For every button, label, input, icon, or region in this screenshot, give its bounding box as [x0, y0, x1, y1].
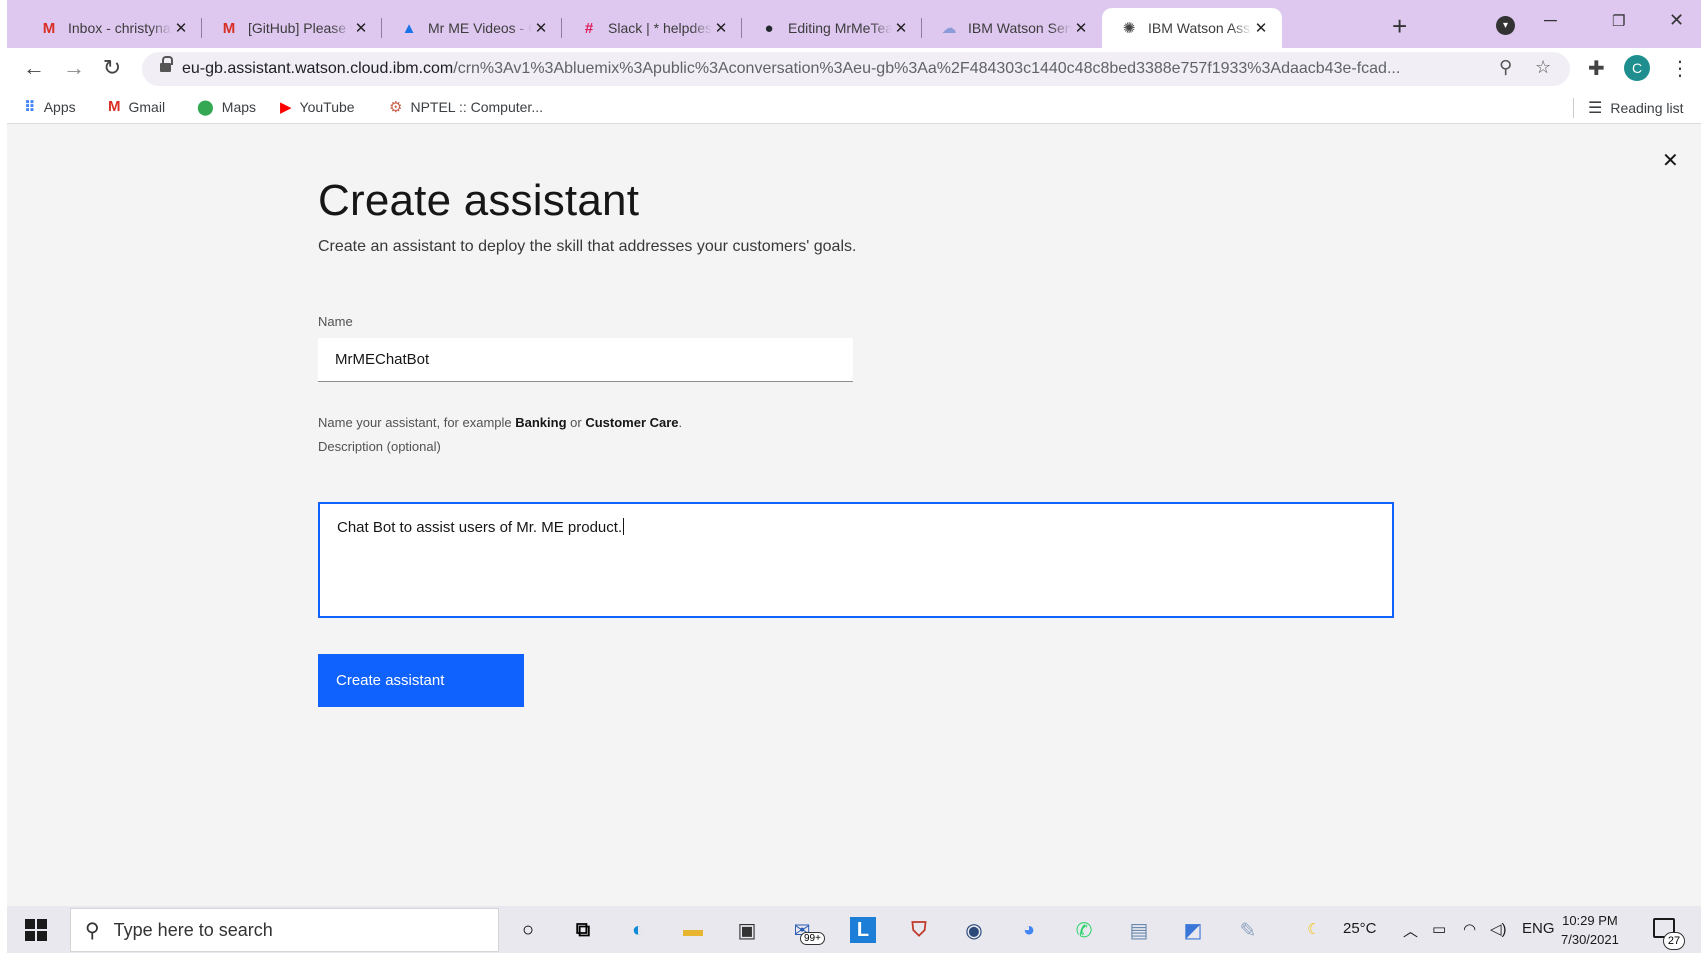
assistant-name-input[interactable]	[318, 338, 853, 382]
gmail-icon: M	[108, 98, 121, 115]
slack-icon: #	[584, 19, 594, 37]
mcafee-icon[interactable]: ⛉	[904, 915, 934, 945]
notepad-icon[interactable]: ▤	[1124, 915, 1154, 945]
description-textarea[interactable]: Chat Bot to assist users of Mr. ME produ…	[318, 502, 1394, 618]
app-icon[interactable]: ◉	[959, 915, 989, 945]
close-tab-icon[interactable]: ✕	[1252, 19, 1270, 37]
github-icon: ●	[764, 19, 774, 37]
close-tab-icon[interactable]: ✕	[532, 19, 550, 37]
volume-icon[interactable]: ◁)	[1490, 920, 1507, 938]
name-helper-text: Name your assistant, for example Banking…	[318, 415, 683, 430]
chevron-up-icon[interactable]: ︿	[1403, 920, 1418, 941]
watson-icon: ✺	[1122, 20, 1136, 37]
address-bar[interactable]: eu-gb.assistant.watson.cloud.ibm.com/crn…	[142, 52, 1570, 86]
windows-start-icon[interactable]	[25, 919, 47, 941]
weather-icon[interactable]: ☾	[1307, 920, 1320, 938]
close-window-icon[interactable]: ✕	[1669, 10, 1684, 31]
close-tab-icon[interactable]: ✕	[352, 19, 370, 37]
bookmark-youtube[interactable]: ▶ YouTube	[280, 98, 355, 116]
tab-gmail-inbox[interactable]: M Inbox - christynac ✕	[22, 8, 202, 48]
url-text[interactable]: eu-gb.assistant.watson.cloud.ibm.com/crn…	[182, 60, 1472, 78]
close-tab-icon[interactable]: ✕	[1072, 19, 1090, 37]
battery-icon[interactable]: ▭	[1432, 920, 1446, 938]
notification-count: 27	[1663, 932, 1685, 950]
close-tab-icon[interactable]: ✕	[892, 19, 910, 37]
description-label: Description (optional)	[318, 439, 441, 454]
zoom-icon[interactable]: ⚲	[1499, 57, 1512, 78]
apps-grid-icon: ⠿	[24, 99, 36, 116]
close-tab-icon[interactable]: ✕	[172, 19, 190, 37]
paint-icon[interactable]: ✎	[1233, 915, 1263, 945]
l-app-icon[interactable]: L	[850, 917, 876, 943]
tab-github[interactable]: ● Editing MrMeTea ✕	[742, 8, 922, 48]
store-icon[interactable]: ▣	[732, 915, 762, 945]
gmail-icon: M	[222, 19, 236, 37]
task-view-icon[interactable]: ⧉	[568, 915, 598, 945]
file-explorer-icon[interactable]: ▬	[678, 915, 708, 945]
mail-badge: 99+	[800, 932, 825, 945]
tab-strip: M Inbox - christynac ✕ M [GitHub] Please…	[7, 0, 1701, 48]
youtube-icon: ▶	[280, 99, 292, 116]
reload-button[interactable]: ↻	[98, 55, 126, 81]
windows-taskbar: ⚲ Type here to search ○ ⧉ ◐ ▬ ▣ ✉ 99+ L …	[7, 906, 1701, 953]
new-tab-button[interactable]: +	[1392, 12, 1407, 40]
back-button[interactable]: ←	[20, 55, 48, 81]
tab-ibm-cloud[interactable]: ☁ IBM Watson Servi ✕	[922, 8, 1102, 48]
nptel-icon: ⚙	[389, 99, 403, 116]
bookmark-maps[interactable]: ⬤ Maps	[197, 98, 256, 116]
name-label: Name	[318, 314, 353, 329]
weather-temp[interactable]: 25°C	[1343, 920, 1377, 937]
browser-window: M Inbox - christynac ✕ M [GitHub] Please…	[7, 0, 1701, 953]
chrome-icon[interactable]: ◕	[1014, 915, 1044, 945]
page-subtitle: Create an assistant to deploy the skill …	[318, 238, 857, 255]
tab-drive[interactable]: ▲ Mr ME Videos - G ✕	[382, 8, 562, 48]
maps-pin-icon: ⬤	[197, 99, 214, 116]
lock-icon	[160, 56, 173, 74]
minimize-icon[interactable]: ─	[1544, 10, 1557, 31]
page-title: Create assistant	[318, 176, 640, 225]
taskbar-clock[interactable]: 10:29 PM 7/30/2021	[1561, 911, 1619, 949]
language-indicator[interactable]: ENG	[1522, 920, 1555, 937]
profile-avatar[interactable]: C	[1624, 55, 1650, 81]
bookmark-gmail[interactable]: M Gmail	[108, 98, 165, 115]
bookmark-apps[interactable]: ⠿ Apps	[24, 98, 76, 116]
gmail-icon: M	[42, 19, 56, 37]
browser-toolbar: ← → ↻ eu-gb.assistant.watson.cloud.ibm.c…	[7, 48, 1701, 90]
tab-search-icon[interactable]: ▾	[1496, 16, 1515, 35]
close-tab-icon[interactable]: ✕	[712, 19, 730, 37]
wifi-icon[interactable]: ◠	[1463, 920, 1476, 938]
close-icon[interactable]: ✕	[1662, 148, 1679, 173]
bookmark-star-icon[interactable]: ☆	[1535, 57, 1551, 78]
ibm-cloud-icon: ☁	[941, 20, 957, 37]
tab-slack[interactable]: # Slack | * helpdesk ✕	[562, 8, 742, 48]
google-drive-icon: ▲	[401, 19, 417, 37]
tab-github-email[interactable]: M [GitHub] Please v ✕	[202, 8, 382, 48]
bookmarks-bar: ⠿ Apps M Gmail ⬤ Maps ▶ YouTube ⚙ NPTEL …	[7, 90, 1701, 124]
whatsapp-icon[interactable]: ✆	[1069, 915, 1099, 945]
taskbar-search-box[interactable]: ⚲ Type here to search	[70, 908, 499, 952]
text-caret	[623, 518, 625, 535]
tab-watson-assistant[interactable]: ✺ IBM Watson Assis ✕	[1102, 8, 1282, 48]
menu-kebab-icon[interactable]: ⋮	[1670, 56, 1690, 81]
forward-button[interactable]: →	[60, 55, 88, 81]
bookmark-nptel[interactable]: ⚙ NPTEL :: Computer...	[389, 98, 543, 116]
edge-icon[interactable]: ◐	[623, 915, 653, 945]
vector-app-icon[interactable]: ◩	[1178, 915, 1208, 945]
extensions-icon[interactable]: ✚	[1588, 56, 1605, 81]
cortana-icon[interactable]: ○	[513, 915, 543, 945]
restore-icon[interactable]: ❐	[1612, 12, 1625, 30]
search-icon: ⚲	[85, 919, 100, 942]
create-assistant-page: ✕ Create assistant Create an assistant t…	[7, 124, 1701, 906]
create-assistant-button[interactable]: Create assistant	[318, 654, 524, 707]
reading-list-icon: ☰	[1588, 100, 1603, 117]
reading-list-button[interactable]: ☰ Reading list	[1573, 98, 1684, 118]
